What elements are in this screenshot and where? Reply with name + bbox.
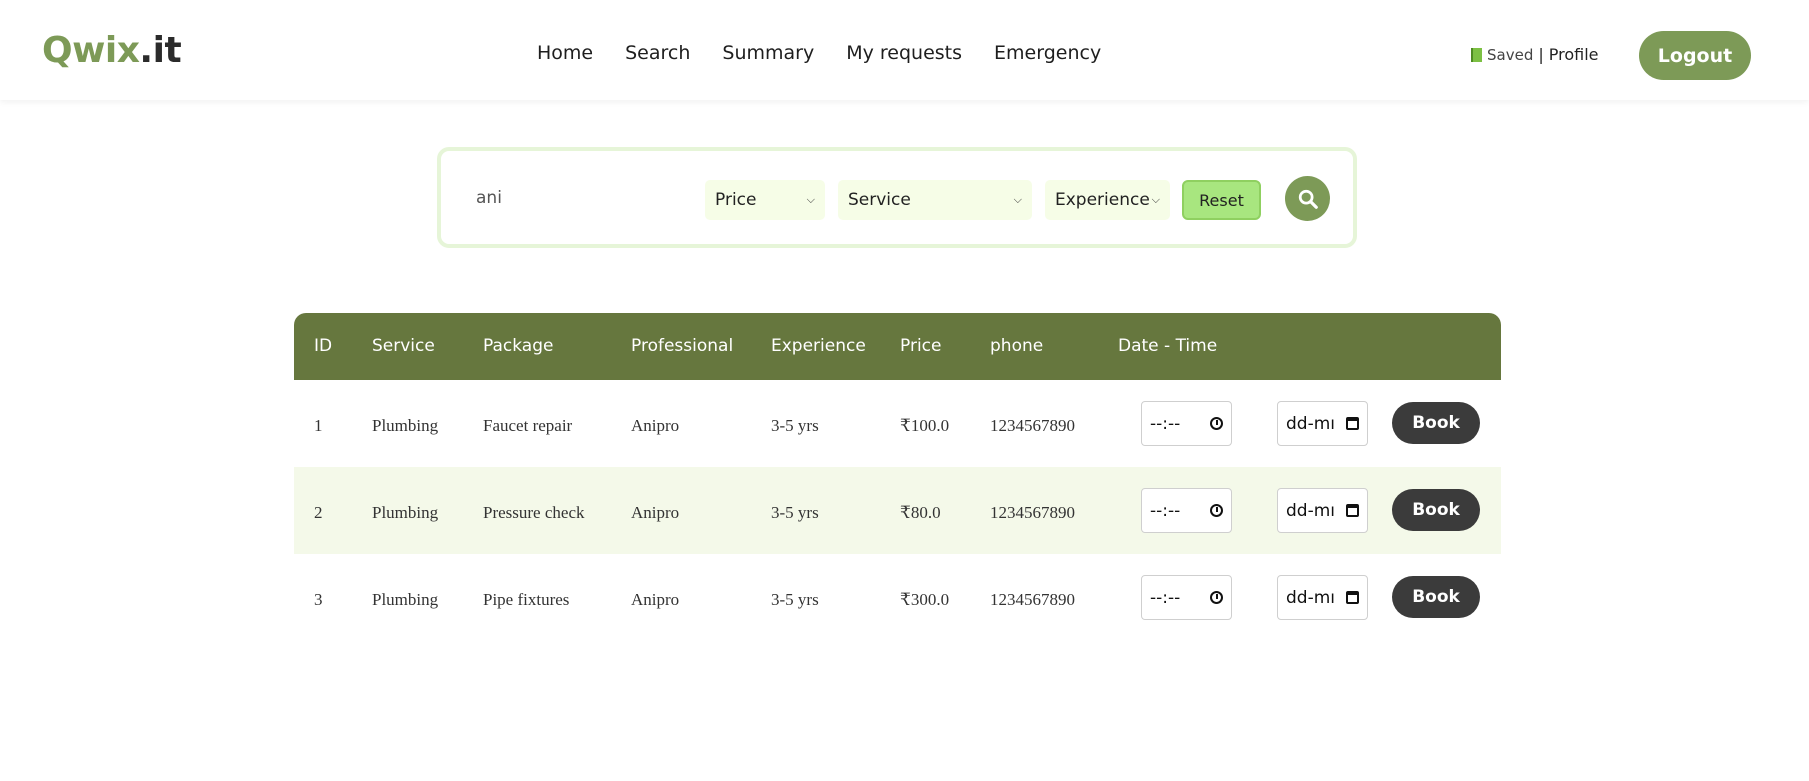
price-select-value: Price [715,190,757,210]
cell-professional: Anipro [631,503,680,522]
nav-emergency[interactable]: Emergency [994,42,1101,64]
cell-price: ₹100.0 [900,416,950,435]
chevron-down-icon: ⌵ [1013,193,1022,206]
table-row: 1 Plumbing Faucet repair Anipro 3-5 yrs … [294,380,1501,467]
time-input[interactable]: --:-- [1141,488,1232,533]
col-date-time: Date - Time [1118,336,1218,356]
cell-package: Pipe fixtures [483,590,570,609]
experience-select[interactable]: Experience ⌵ [1045,180,1170,220]
nav-my-requests[interactable]: My requests [846,42,962,64]
search-button[interactable] [1285,176,1330,221]
book-button[interactable]: Book [1392,489,1480,531]
date-input[interactable]: dd-mı [1277,575,1368,620]
book-button[interactable]: Book [1392,402,1480,444]
date-placeholder: dd-mı [1286,500,1335,521]
cell-service: Plumbing [372,503,439,522]
chevron-down-icon: ⌵ [806,193,815,206]
logo-tld: .it [139,30,182,71]
clock-icon[interactable] [1210,591,1223,604]
main-nav: Home Search Summary My requests Emergenc… [537,42,1101,64]
nav-summary[interactable]: Summary [722,42,814,64]
cell-experience: 3-5 yrs [771,590,819,609]
col-package: Package [483,336,554,356]
search-icon [1298,189,1318,209]
table-row: 3 Plumbing Pipe fixtures Anipro 3-5 yrs … [294,554,1501,641]
nav-home[interactable]: Home [537,42,593,64]
nav-search[interactable]: Search [625,42,690,64]
time-placeholder: --:-- [1150,587,1181,608]
separator: | [1538,45,1544,64]
clock-icon[interactable] [1210,504,1223,517]
cell-phone: 1234567890 [990,416,1075,435]
calendar-icon[interactable] [1346,504,1359,517]
time-placeholder: --:-- [1150,413,1181,434]
table-row: 2 Plumbing Pressure check Anipro 3-5 yrs… [294,467,1501,554]
top-navbar: Qwix.it Home Search Summary My requests … [0,0,1809,100]
time-input[interactable]: --:-- [1141,575,1232,620]
book-button[interactable]: Book [1392,576,1480,618]
logout-button[interactable]: Logout [1639,31,1751,80]
saved-link[interactable]: Saved [1487,46,1533,64]
price-select[interactable]: Price ⌵ [705,180,825,220]
cell-price: ₹300.0 [900,590,950,609]
cell-professional: Anipro [631,416,680,435]
cell-id: 1 [314,416,323,435]
col-price: Price [900,336,942,356]
cell-price: ₹80.0 [900,503,941,522]
search-panel: Price ⌵ Service ⌵ Experience ⌵ Reset [437,147,1357,248]
reset-button[interactable]: Reset [1182,180,1261,220]
cell-package: Faucet repair [483,416,573,435]
cell-experience: 3-5 yrs [771,416,819,435]
cell-id: 2 [314,503,323,522]
logo-brand: Qwix [42,30,140,71]
date-input[interactable]: dd-mı [1277,401,1368,446]
col-phone: phone [990,336,1044,356]
cell-service: Plumbing [372,416,439,435]
cell-professional: Anipro [631,590,680,609]
cell-phone: 1234567890 [990,503,1075,522]
date-placeholder: dd-mı [1286,413,1335,434]
time-input[interactable]: --:-- [1141,401,1232,446]
chevron-down-icon: ⌵ [1151,193,1160,206]
logo[interactable]: Qwix.it [42,30,182,71]
book-icon [1471,47,1482,62]
service-select-value: Service [848,190,911,210]
cell-service: Plumbing [372,590,439,609]
date-input[interactable]: dd-mı [1277,488,1368,533]
date-placeholder: dd-mı [1286,587,1335,608]
calendar-icon[interactable] [1346,591,1359,604]
service-select[interactable]: Service ⌵ [838,180,1032,220]
col-service: Service [372,336,435,356]
cell-experience: 3-5 yrs [771,503,819,522]
experience-select-value: Experience [1055,190,1150,210]
table-header: ID Service Package Professional Experien… [294,313,1501,380]
services-table: ID Service Package Professional Experien… [294,313,1501,641]
saved-profile-links: Saved | Profile [1471,45,1598,64]
col-id: ID [314,336,333,356]
cell-phone: 1234567890 [990,590,1075,609]
search-input[interactable] [476,178,686,218]
time-placeholder: --:-- [1150,500,1181,521]
calendar-icon[interactable] [1346,417,1359,430]
col-professional: Professional [631,336,734,356]
col-experience: Experience [771,336,866,356]
clock-icon[interactable] [1210,417,1223,430]
profile-link[interactable]: Profile [1549,45,1599,64]
cell-id: 3 [314,590,323,609]
cell-package: Pressure check [483,503,585,522]
